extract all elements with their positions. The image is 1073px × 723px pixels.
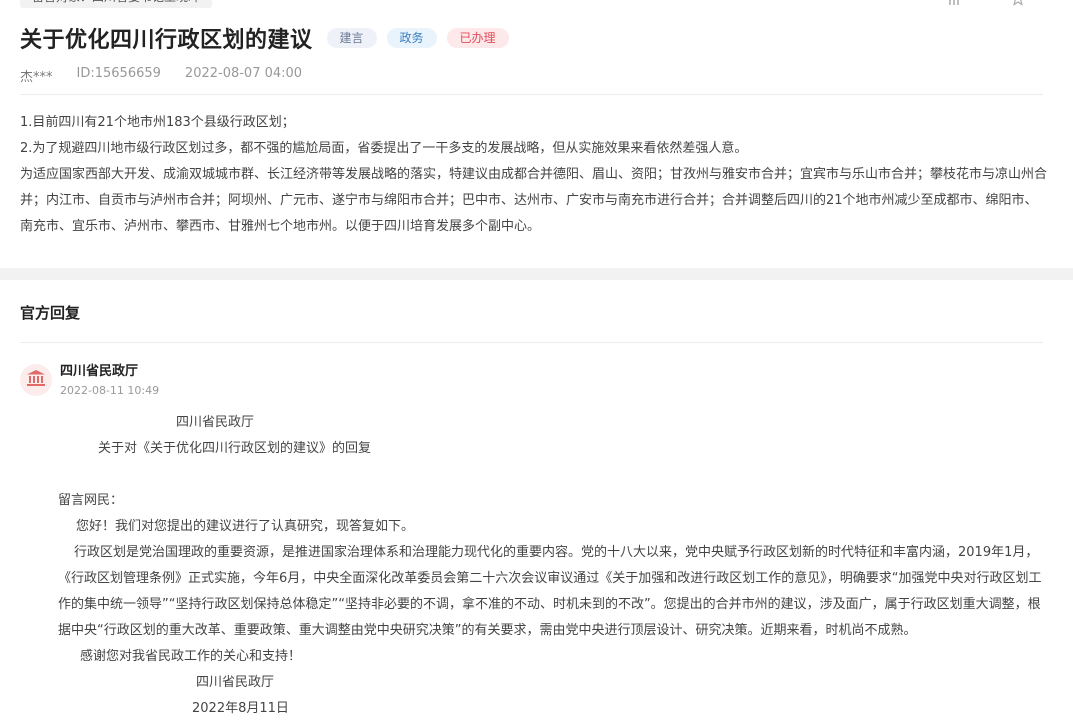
title-row: 关于优化四川行政区划的建议 建言 政务 已办理 [20, 22, 509, 54]
org-name: 四川省民政厅 [60, 364, 139, 379]
post-card: 留言对象：四川省委书记王晓晖 关于优化四川行政区划的建议 建言 政务 已办理 杰… [0, 0, 1073, 268]
author-name: 杰*** [20, 70, 53, 85]
top-actions [947, 0, 1027, 6]
reply-main: 行政区划是党治国理政的重要资源，是推进国家治理体系和治理能力现代化的重要内容。党… [58, 545, 1042, 638]
divider [20, 342, 1043, 343]
reply-thanks: 感谢您对我省民政工作的关心和支持！ [80, 649, 302, 664]
reply-heading: 官方回复 [20, 304, 81, 322]
reply-line: 关于对《关于优化四川行政区划的建议》的回复 [98, 441, 372, 456]
tag-category[interactable]: 建言 [326, 28, 377, 48]
org-info: 四川省民政厅 2022-08-11 10:49 [60, 364, 159, 397]
reply-line: 四川省民政厅 [176, 415, 255, 430]
avatar [20, 364, 52, 396]
post-date: 2022-08-07 04:00 [184, 66, 303, 81]
status-badge: 已办理 [446, 28, 509, 48]
post-paragraph: 2.为了规避四川地市级行政区划过多，都不强的尴尬局面，省委提出了一干多支的发展战… [20, 141, 748, 156]
reply-salutation: 留言网民： [58, 493, 124, 508]
post-id: ID:15656659 [76, 66, 161, 81]
page-title: 关于优化四川行政区划的建议 [20, 28, 313, 53]
tag-domain[interactable]: 政务 [386, 28, 437, 48]
post-paragraph: 1.目前四川有21个地市州183个县级行政区划； [20, 115, 295, 130]
reply-card: 官方回复 四川省民政厅 2022-08-11 10:49 四川省民政厅 关于对《… [0, 280, 1073, 723]
post-paragraph: 为适应国家西部大开发、成渝双城城市群、长江经济带等发展战略的落实，特建议由成都合… [20, 167, 1048, 234]
share-icon[interactable] [947, 0, 963, 6]
star-icon[interactable] [1011, 0, 1027, 6]
reply-greeting: 您好！我们对您提出的建议进行了认真研究，现答复如下。 [76, 519, 415, 534]
government-building-icon [26, 369, 46, 391]
post-body: 1.目前四川有21个地市州183个县级行政区划； 2.为了规避四川地市级行政区划… [20, 110, 1050, 240]
divider [20, 94, 1043, 95]
reply-sign-date: 2022年8月11日 [192, 701, 289, 716]
reply-org: 四川省民政厅 2022-08-11 10:49 [20, 364, 159, 397]
reply-body: 四川省民政厅 关于对《关于优化四川行政区划的建议》的回复 留言网民： 您好！我们… [58, 410, 1048, 722]
post-meta: 杰*** ID:15656659 2022-08-07 04:00 [20, 66, 302, 85]
recipient-tag[interactable]: 留言对象：四川省委书记王晓晖 [20, 0, 213, 8]
reply-time: 2022-08-11 10:49 [60, 384, 160, 397]
reply-sign: 四川省民政厅 [196, 675, 275, 690]
